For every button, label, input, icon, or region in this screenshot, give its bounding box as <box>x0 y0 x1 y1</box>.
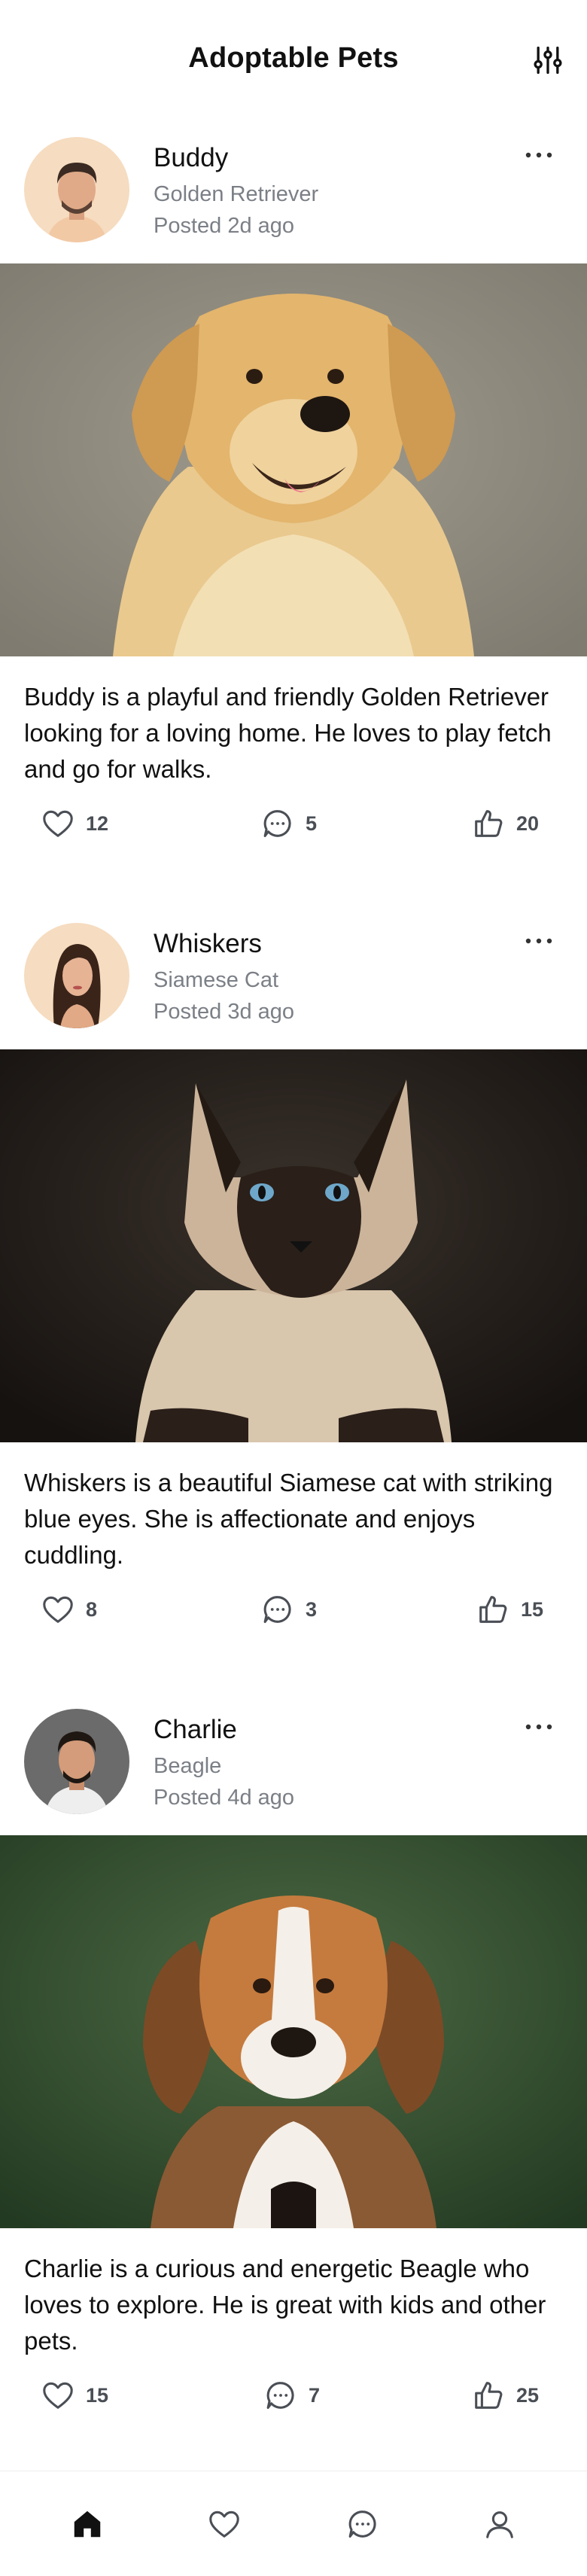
post-header: Charlie Beagle Posted 4d ago <box>0 1692 587 1835</box>
thumbs-up-icon <box>475 2382 503 2409</box>
comment-count: 3 <box>306 1597 318 1621</box>
like-button[interactable]: 15 <box>41 2373 108 2418</box>
avatar[interactable] <box>24 1709 129 1814</box>
thumbs-up-count: 15 <box>521 1597 544 1621</box>
comment-count: 5 <box>306 811 318 835</box>
more-horizontal-icon <box>525 1724 552 1730</box>
pet-breed: Beagle <box>154 1754 222 1778</box>
tab-favorites[interactable] <box>205 2504 244 2544</box>
post-description: Whiskers is a beautiful Siamese cat with… <box>24 1469 553 1569</box>
pet-post: Whiskers Siamese Cat Posted 3d ago Whisk <box>0 906 587 1692</box>
pet-breed: Golden Retriever <box>154 182 319 206</box>
post-description: Charlie is a curious and energetic Beagl… <box>24 2255 546 2355</box>
thumbs-up-icon <box>479 1596 507 1623</box>
sliders-icon <box>534 46 562 75</box>
comment-icon <box>266 2382 294 2410</box>
page-title: Adoptable Pets <box>188 42 399 74</box>
pet-photo[interactable] <box>0 1049 587 1442</box>
pet-breed: Siamese Cat <box>154 968 279 992</box>
like-count: 8 <box>86 1597 98 1621</box>
filter-button[interactable] <box>530 42 566 78</box>
heart-icon <box>43 810 73 837</box>
bottom-tab-bar <box>0 2471 587 2576</box>
home-icon <box>74 2511 101 2538</box>
thumbs-up-count: 20 <box>516 811 540 835</box>
thumbs-up-button[interactable]: 20 <box>471 801 539 846</box>
post-header: Buddy Golden Retriever Posted 2d ago <box>0 120 587 263</box>
thumbs-up-button[interactable]: 25 <box>471 2373 539 2418</box>
comment-count: 7 <box>309 2383 321 2407</box>
like-button[interactable]: 8 <box>41 1587 97 1632</box>
tab-messages[interactable] <box>343 2504 382 2544</box>
post-header: Whiskers Siamese Cat Posted 3d ago <box>0 906 587 1049</box>
comment-button[interactable]: 3 <box>260 1587 317 1632</box>
more-options-button[interactable] <box>516 1712 561 1742</box>
avatar[interactable] <box>24 137 129 242</box>
more-horizontal-icon <box>525 152 552 158</box>
more-horizontal-icon <box>525 938 552 944</box>
pet-post: Buddy Golden Retriever Posted 2d ago Bud… <box>0 120 587 906</box>
pet-name[interactable]: Buddy <box>154 143 228 173</box>
more-options-button[interactable] <box>516 926 561 956</box>
post-time: Posted 4d ago <box>154 1786 295 1810</box>
thumbs-up-icon <box>475 810 503 837</box>
like-count: 15 <box>86 2383 109 2407</box>
like-button[interactable]: 12 <box>41 801 108 846</box>
heart-icon <box>43 2382 73 2409</box>
avatar[interactable] <box>24 923 129 1028</box>
post-time: Posted 2d ago <box>154 214 295 238</box>
app-header: Adoptable Pets <box>0 0 587 120</box>
pet-photo[interactable] <box>0 1835 587 2228</box>
comment-button[interactable]: 5 <box>260 801 317 846</box>
chat-icon <box>348 2511 376 2538</box>
post-actions: 15 7 25 <box>0 2373 587 2418</box>
profile-icon <box>486 2511 513 2538</box>
tab-profile[interactable] <box>480 2504 519 2544</box>
pet-photo[interactable] <box>0 263 587 656</box>
post-actions: 12 5 20 <box>0 801 587 846</box>
more-options-button[interactable] <box>516 140 561 170</box>
comment-button[interactable]: 7 <box>263 2373 320 2418</box>
pet-name[interactable]: Charlie <box>154 1715 237 1745</box>
post-time: Posted 3d ago <box>154 1000 295 1024</box>
pet-name[interactable]: Whiskers <box>154 929 262 959</box>
comment-icon <box>263 1596 291 1624</box>
heart-icon <box>43 1596 73 1623</box>
pet-post: Charlie Beagle Posted 4d ago Charlie is … <box>0 1692 587 2478</box>
thumbs-up-button[interactable]: 15 <box>476 1587 543 1632</box>
comment-icon <box>263 810 291 838</box>
tab-home[interactable] <box>68 2504 107 2544</box>
like-count: 12 <box>86 811 109 835</box>
heart-icon <box>209 2511 239 2538</box>
thumbs-up-count: 25 <box>516 2383 540 2407</box>
post-description: Buddy is a playful and friendly Golden R… <box>24 683 552 783</box>
post-actions: 8 3 15 <box>0 1587 587 1632</box>
